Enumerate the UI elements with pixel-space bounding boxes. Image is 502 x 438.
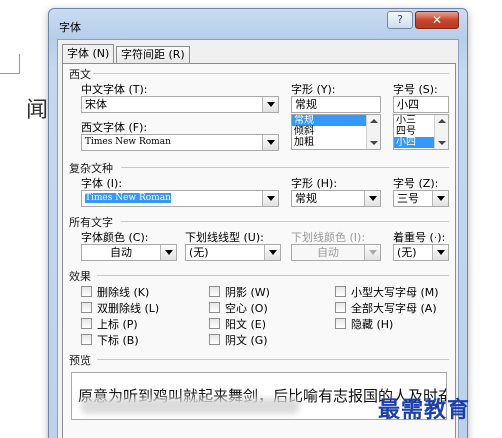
scroll-up-icon[interactable] xyxy=(438,119,446,123)
complex-size-value: 三号 xyxy=(397,192,419,205)
chevron-down-icon[interactable] xyxy=(364,191,380,206)
tab-font[interactable]: 字体 (N) xyxy=(62,44,115,64)
watermark-logo: 最需教育 xyxy=(378,397,471,423)
font-color-label: 字体颜色 (C): xyxy=(81,231,149,244)
dialog-client: 字体 (N) 字符间距 (R) 西文 中文字体 (T): 宋体 西文字体 (F)… xyxy=(57,39,459,438)
group-complex-label: 复杂文种 xyxy=(69,162,113,175)
style-listbox[interactable]: 常规 倾斜 加粗 xyxy=(291,114,381,150)
double-strikethrough-checkbox[interactable] xyxy=(81,302,92,313)
style-value: 常规 xyxy=(295,98,317,111)
dialog-title: 字体 xyxy=(59,21,81,34)
chevron-down-icon[interactable] xyxy=(264,245,280,260)
small-caps-label[interactable]: 小型大写字母 (M) xyxy=(351,284,439,300)
west-font-value: Times New Roman xyxy=(85,137,171,147)
blurred-region xyxy=(80,398,300,414)
strikethrough-label[interactable]: 删除线 (K) xyxy=(97,284,149,300)
complex-style-value: 常规 xyxy=(295,192,317,205)
shadow-checkbox[interactable] xyxy=(209,286,220,297)
west-font-label: 西文字体 (F): xyxy=(81,121,148,134)
scroll-down-icon[interactable] xyxy=(370,141,378,145)
underline-color-label: 下划线颜色 (I): xyxy=(291,231,366,244)
group-western-label: 西文 xyxy=(69,68,91,81)
complex-font-value: Times New Roman xyxy=(85,193,171,203)
chevron-down-icon[interactable] xyxy=(432,245,448,260)
complex-size-select[interactable]: 三号 xyxy=(393,190,449,207)
shadow-label[interactable]: 阴影 (W) xyxy=(225,284,270,300)
group-effects-divider xyxy=(97,275,449,276)
emphasis-select[interactable]: (无) xyxy=(393,244,449,261)
underline-style-select[interactable]: (无) xyxy=(185,244,281,261)
close-button[interactable]: ✕ xyxy=(415,11,459,29)
strikethrough-checkbox[interactable] xyxy=(81,286,92,297)
chevron-down-icon[interactable] xyxy=(160,245,176,260)
underline-color-select[interactable]: 自动 xyxy=(291,244,381,261)
all-caps-label[interactable]: 全部大写字母 (A) xyxy=(351,300,437,316)
tab-character-spacing[interactable]: 字符间距 (R) xyxy=(116,46,190,64)
double-strikethrough-label[interactable]: 双删除线 (L) xyxy=(97,300,159,316)
emphasis-label: 着重号 (·): xyxy=(393,231,446,244)
underline-style-label: 下划线线型 (U): xyxy=(185,231,264,244)
chevron-down-icon[interactable] xyxy=(432,191,448,206)
underline-color-value: 自动 xyxy=(317,246,339,259)
emboss-checkbox[interactable] xyxy=(209,318,220,329)
size-value: 小四 xyxy=(397,98,419,111)
subscript-label[interactable]: 下标 (B) xyxy=(97,332,139,348)
underline-style-value: (无) xyxy=(189,246,209,259)
complex-font-label: 字体 (I): xyxy=(81,177,123,190)
document-corner-mark xyxy=(0,54,20,74)
chevron-down-icon[interactable] xyxy=(262,191,278,206)
chevron-down-icon[interactable] xyxy=(262,97,278,112)
engrave-label[interactable]: 阴文 (G) xyxy=(225,332,268,348)
size-input[interactable]: 小四 xyxy=(393,96,449,113)
chevron-down-icon[interactable] xyxy=(364,245,380,260)
style-label: 字形 (Y): xyxy=(291,83,336,96)
complex-style-select[interactable]: 常规 xyxy=(291,190,381,207)
hidden-checkbox[interactable] xyxy=(335,318,346,329)
west-font-select[interactable]: Times New Roman xyxy=(81,134,279,151)
group-western-divider xyxy=(93,73,449,74)
font-tab-panel: 西文 中文字体 (T): 宋体 西文字体 (F): Times New Roma… xyxy=(62,63,456,438)
document-background-char: 闻 xyxy=(26,98,49,123)
cn-font-select[interactable]: 宋体 xyxy=(81,96,279,113)
superscript-label[interactable]: 上标 (P) xyxy=(97,316,138,332)
hidden-label[interactable]: 隐藏 (H) xyxy=(351,316,393,332)
size-label: 字号 (S): xyxy=(393,83,438,96)
all-caps-checkbox[interactable] xyxy=(335,302,346,313)
group-all-text-label: 所有文字 xyxy=(69,216,113,229)
complex-size-label: 字号 (Z): xyxy=(393,177,439,190)
engrave-checkbox[interactable] xyxy=(209,334,220,345)
scrollbar[interactable] xyxy=(366,115,380,149)
superscript-checkbox[interactable] xyxy=(81,318,92,329)
size-listbox[interactable]: 小三 四号 小四 xyxy=(393,114,449,150)
cn-font-value: 宋体 xyxy=(85,98,107,111)
group-complex-divider xyxy=(121,167,449,168)
group-all-text-divider xyxy=(121,221,449,222)
font-color-value: 自动 xyxy=(110,246,132,259)
font-dialog: 字体 ? ✕ 字体 (N) 字符间距 (R) 西文 中文字体 (T): 宋体 西… xyxy=(48,8,468,438)
emphasis-value: (无) xyxy=(397,246,417,259)
dialog-titlebar[interactable]: 字体 ? ✕ xyxy=(49,9,467,39)
complex-font-select[interactable]: Times New Roman xyxy=(81,190,279,207)
scroll-down-icon[interactable] xyxy=(438,141,446,145)
chevron-down-icon[interactable] xyxy=(262,135,278,150)
emboss-label[interactable]: 阳文 (E) xyxy=(225,316,266,332)
group-preview-divider xyxy=(97,359,449,360)
scrollbar[interactable] xyxy=(434,115,448,149)
group-preview-label: 预览 xyxy=(69,354,91,367)
style-input[interactable]: 常规 xyxy=(291,96,381,113)
cn-font-label: 中文字体 (T): xyxy=(81,83,148,96)
complex-style-label: 字形 (H): xyxy=(291,177,338,190)
group-effects-label: 效果 xyxy=(69,270,91,283)
font-color-select[interactable]: 自动 xyxy=(81,244,177,261)
scroll-up-icon[interactable] xyxy=(370,119,378,123)
help-button[interactable]: ? xyxy=(387,11,413,29)
small-caps-checkbox[interactable] xyxy=(335,286,346,297)
outline-checkbox[interactable] xyxy=(209,302,220,313)
subscript-checkbox[interactable] xyxy=(81,334,92,345)
outline-label[interactable]: 空心 (O) xyxy=(225,300,268,316)
